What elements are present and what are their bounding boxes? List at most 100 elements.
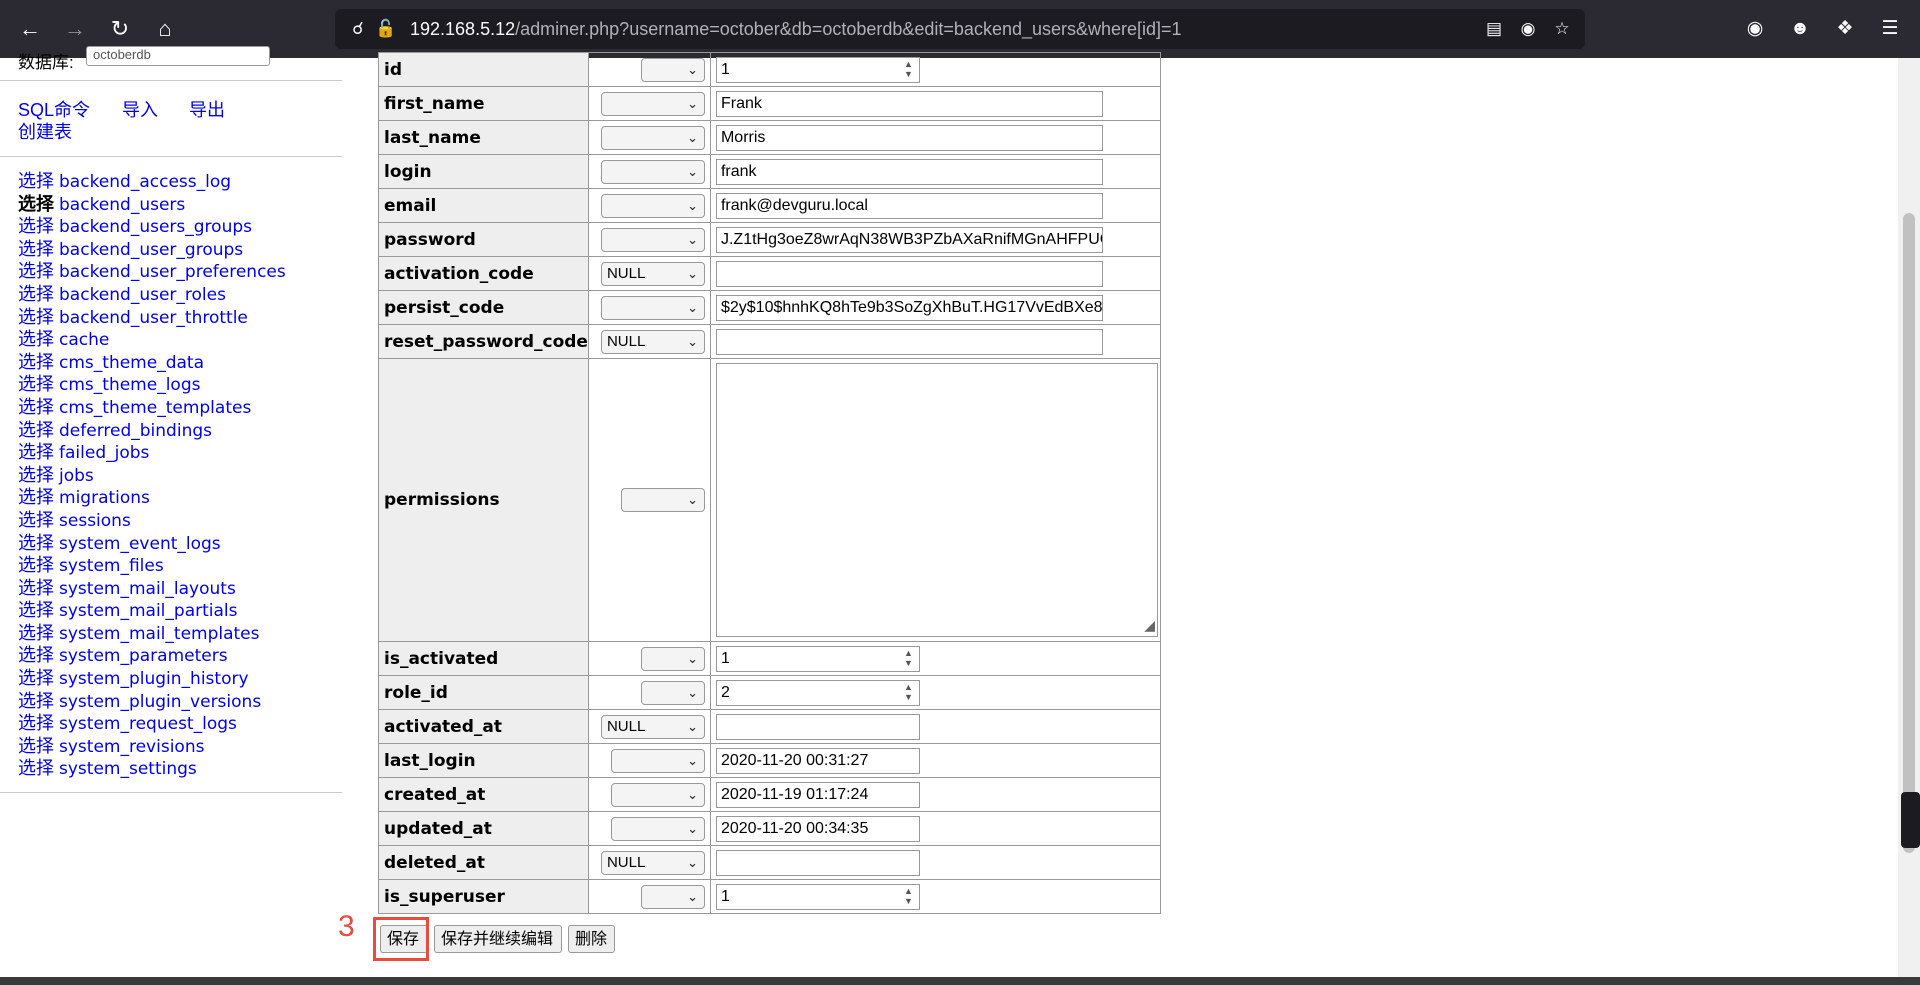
function-select[interactable]: ⌄ — [600, 91, 705, 116]
table-name-link[interactable]: system_files — [59, 556, 164, 576]
table-name-link[interactable]: system_parameters — [59, 646, 228, 666]
table-name-link[interactable]: backend_access_log — [59, 172, 231, 192]
lock-insecure-icon[interactable]: 🔓 — [375, 18, 397, 40]
permissions-textarea[interactable]: ◢ — [715, 363, 1158, 637]
select-table-link[interactable]: 选择 — [18, 713, 54, 733]
table-name-link[interactable]: cms_theme_data — [59, 353, 204, 373]
value-input[interactable] — [715, 260, 1103, 287]
table-name-link[interactable]: system_mail_partials — [59, 601, 237, 621]
select-table-link[interactable]: 选择 — [18, 623, 54, 643]
select-table-link[interactable]: 选择 — [18, 578, 54, 598]
select-table-link[interactable]: 选择 — [18, 758, 54, 778]
select-table-link[interactable]: 选择 — [18, 600, 54, 620]
table-name-link[interactable]: system_mail_templates — [59, 624, 259, 644]
scrollbar-thumb[interactable] — [1903, 213, 1915, 853]
function-select[interactable]: NULL ⌄ — [600, 261, 705, 286]
bookmark-star-icon[interactable]: ☆ — [1551, 18, 1573, 40]
table-name-link[interactable]: cache — [59, 330, 109, 350]
table-name-link[interactable]: system_plugin_history — [59, 669, 249, 689]
reload-icon[interactable]: ↻ — [105, 14, 135, 44]
select-table-link[interactable]: 选择 — [18, 465, 54, 485]
select-table-link[interactable]: 选择 — [18, 284, 54, 304]
value-input[interactable]: J.Z1tHg3oeZ8wrAqN38WB3PZbAXaRnifMGnAHFPU… — [715, 226, 1103, 253]
back-icon[interactable]: ← — [15, 14, 45, 44]
value-input[interactable]: frank@devguru.local — [715, 192, 1103, 219]
table-name-link[interactable]: system_plugin_versions — [59, 692, 261, 712]
table-name-link[interactable]: backend_users — [59, 195, 185, 215]
select-table-link[interactable]: 选择 — [18, 555, 54, 575]
function-select[interactable]: NULL ⌄ — [600, 714, 705, 739]
function-select[interactable]: ⌄ — [600, 159, 705, 184]
table-name-link[interactable]: system_event_logs — [59, 534, 221, 554]
table-name-link[interactable]: backend_user_groups — [59, 240, 243, 260]
function-select[interactable]: ⌄ — [600, 193, 705, 218]
fingerprint-icon[interactable]: ◉ — [1517, 18, 1539, 40]
function-select[interactable]: ⌄ — [600, 295, 705, 320]
export-link[interactable]: 导出 — [189, 96, 225, 122]
value-input[interactable] — [715, 328, 1103, 355]
table-name-link[interactable]: system_request_logs — [59, 714, 237, 734]
forward-icon[interactable]: → — [60, 14, 90, 44]
function-select[interactable]: ⌄ — [610, 748, 705, 773]
value-input[interactable]: 2020-11-20 00:31:27 — [715, 747, 920, 774]
select-table-link[interactable]: 选择 — [18, 216, 54, 236]
select-table-link[interactable]: 选择 — [18, 307, 54, 327]
db-select[interactable]: octoberdb — [86, 46, 270, 66]
table-name-link[interactable]: cms_theme_logs — [59, 375, 200, 395]
menu-icon[interactable]: ☰ — [1875, 14, 1905, 44]
table-name-link[interactable]: failed_jobs — [59, 443, 149, 463]
function-select[interactable]: ⌄ — [640, 57, 705, 82]
function-select[interactable]: NULL ⌄ — [600, 850, 705, 875]
select-table-link[interactable]: 选择 — [18, 510, 54, 530]
select-table-link[interactable]: 选择 — [18, 691, 54, 711]
select-table-link[interactable]: 选择 — [18, 329, 54, 349]
value-input[interactable]: 2020-11-19 01:17:24 — [715, 781, 920, 808]
url-bar[interactable]: ☌ 🔓 192.168.5.12/adminer.php?username=oc… — [335, 9, 1585, 49]
select-table-link[interactable]: 选择 — [18, 239, 54, 259]
value-input[interactable] — [715, 849, 920, 876]
table-name-link[interactable]: backend_user_roles — [59, 285, 226, 305]
select-table-link[interactable]: 选择 — [18, 374, 54, 394]
table-name-link[interactable]: migrations — [59, 488, 150, 508]
table-name-link[interactable]: deferred_bindings — [59, 421, 212, 441]
table-name-link[interactable]: sessions — [59, 511, 131, 531]
resize-grip-icon[interactable]: ◢ — [1144, 617, 1155, 634]
table-name-link[interactable]: system_settings — [59, 759, 197, 779]
value-input[interactable]: 1 ▲ ▼ — [715, 883, 920, 910]
table-name-link[interactable]: backend_users_groups — [59, 217, 252, 237]
value-input[interactable] — [715, 713, 920, 740]
select-table-link[interactable]: 选择 — [18, 397, 54, 417]
value-input[interactable]: $2y$10$hnhKQ8hTe9b3SoZgXhBuT.HG17VvEdBXe… — [715, 294, 1103, 321]
function-select[interactable]: ⌄ — [640, 680, 705, 705]
select-table-link[interactable]: 选择 — [18, 736, 54, 756]
function-select[interactable]: ⌄ — [640, 646, 705, 671]
select-table-link[interactable]: 选择 — [18, 171, 54, 191]
function-select[interactable]: ⌄ — [600, 227, 705, 252]
shield-icon[interactable]: ☌ — [347, 18, 369, 40]
function-select[interactable]: NULL ⌄ — [600, 329, 705, 354]
url-text[interactable]: 192.168.5.12/adminer.php?username=octobe… — [410, 19, 1182, 40]
select-table-link[interactable]: 选择 — [18, 352, 54, 372]
function-select[interactable]: ⌄ — [620, 488, 705, 512]
spinner-icon[interactable]: ▲ ▼ — [904, 682, 913, 702]
value-input[interactable]: 2020-11-20 00:34:35 — [715, 815, 920, 842]
value-input[interactable]: Morris — [715, 124, 1103, 151]
account-icon[interactable]: ☻ — [1785, 14, 1815, 44]
table-name-link[interactable]: cms_theme_templates — [59, 398, 251, 418]
table-name-link[interactable]: system_mail_layouts — [59, 579, 236, 599]
reader-view-icon[interactable]: ▤ — [1483, 18, 1505, 40]
value-input[interactable]: 2 ▲ ▼ — [715, 679, 920, 706]
extensions-icon[interactable]: ❖ — [1830, 14, 1860, 44]
function-select[interactable]: ⌄ — [640, 884, 705, 909]
select-table-link[interactable]: 选择 — [18, 442, 54, 462]
table-name-link[interactable]: backend_user_throttle — [59, 308, 248, 328]
spinner-icon[interactable]: ▲ ▼ — [904, 648, 913, 668]
function-select[interactable]: ⌄ — [610, 782, 705, 807]
spinner-icon[interactable]: ▲ ▼ — [904, 59, 913, 79]
create-table-link[interactable]: 创建表 — [18, 118, 72, 144]
spinner-icon[interactable]: ▲ ▼ — [904, 886, 913, 906]
select-table-link[interactable]: 选择 — [18, 194, 54, 214]
table-name-link[interactable]: jobs — [59, 466, 94, 486]
select-table-link[interactable]: 选择 — [18, 668, 54, 688]
select-table-link[interactable]: 选择 — [18, 645, 54, 665]
